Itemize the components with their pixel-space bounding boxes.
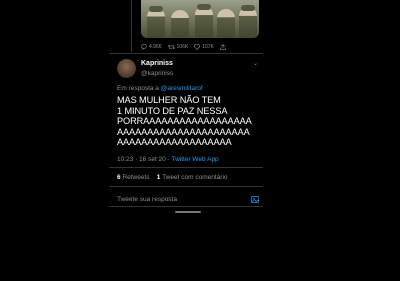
tweet-text: MAS MULHER NÃO TEM 1 MINUTO DE PAZ NESSA… <box>117 95 267 148</box>
retweet-action[interactable]: 106K <box>167 43 189 50</box>
user-handle[interactable]: @kapriniss <box>141 70 173 77</box>
soldier-cap <box>197 4 211 10</box>
tweet-timestamp: 10:23 · 16 set 20 · <box>117 156 170 163</box>
soldier-figure <box>147 8 165 38</box>
home-indicator[interactable] <box>175 211 201 213</box>
retweets-label: Retweets <box>122 174 150 181</box>
tweet-meta: 10:23 · 16 set 20 · Twitter Web App <box>117 156 219 163</box>
soldier-figure <box>195 6 213 38</box>
top-tweet-actions: 4.966 106K 107K <box>141 42 259 51</box>
avatar[interactable] <box>117 59 136 78</box>
tweet-text-line: AAAAAAAAAAAAAAAAAAAAAA <box>117 126 250 137</box>
soldier-figure <box>239 7 257 38</box>
reply-input-placeholder[interactable]: Tweete sua resposta <box>117 196 177 203</box>
display-name[interactable]: Kapriniss <box>141 60 173 67</box>
reply-composer[interactable]: Tweete sua resposta <box>117 194 259 204</box>
retweet-icon <box>167 44 175 49</box>
quote-tweets-stat[interactable]: 1 Tweet com comentário <box>157 174 228 181</box>
tweet-media-image[interactable] <box>141 0 259 38</box>
quote-tweets-count: 1 <box>156 174 161 181</box>
divider <box>109 167 263 168</box>
divider <box>109 53 263 54</box>
divider <box>109 186 263 187</box>
soldier-cap <box>149 6 163 12</box>
tweet-text-line: 1 MINUTO DE PAZ NESSA <box>117 105 228 116</box>
tweet-text-line: AAAAAAAAAAAAAAAAAAA <box>117 137 232 147</box>
reply-mention-link[interactable]: @aresmilitarof <box>161 85 203 92</box>
reply-prefix: Em resposta a <box>117 85 159 92</box>
like-icon <box>194 43 201 50</box>
like-count: 107K <box>202 43 214 50</box>
retweets-stat[interactable]: 6 Retweets <box>117 174 150 181</box>
soldier-figure <box>217 9 235 38</box>
tweet-text-line: PORRAAAAAAAAAAAAAAAAAA <box>117 116 252 126</box>
tweet-screen: 4.966 106K 107K Kapriniss @kapriniss ⌄ E… <box>109 0 263 281</box>
image-icon[interactable] <box>251 195 259 203</box>
retweets-count: 6 <box>117 174 121 181</box>
reply-context: Em resposta a @aresmilitarof <box>117 85 203 92</box>
tweet-source-link[interactable]: Twitter Web App <box>171 156 218 163</box>
retweet-count: 106K <box>176 43 189 50</box>
reply-count: 4.966 <box>149 43 162 50</box>
reply-icon <box>141 43 147 50</box>
more-options-icon[interactable]: ⌄ <box>253 60 258 67</box>
share-action[interactable] <box>220 43 228 50</box>
like-action[interactable]: 107K <box>194 44 214 50</box>
tweet-stats: 6 Retweets 1 Tweet com comentário <box>117 174 228 181</box>
tweet-text-line: MAS MULHER NÃO TEM <box>117 95 221 105</box>
soldier-figure <box>171 10 189 38</box>
quote-tweets-label: Tweet com comentário <box>162 174 228 181</box>
share-icon <box>220 43 226 50</box>
divider <box>109 206 263 207</box>
thread-line <box>131 0 132 52</box>
reply-action[interactable]: 4.966 <box>141 44 162 50</box>
soldier-cap <box>241 5 255 11</box>
